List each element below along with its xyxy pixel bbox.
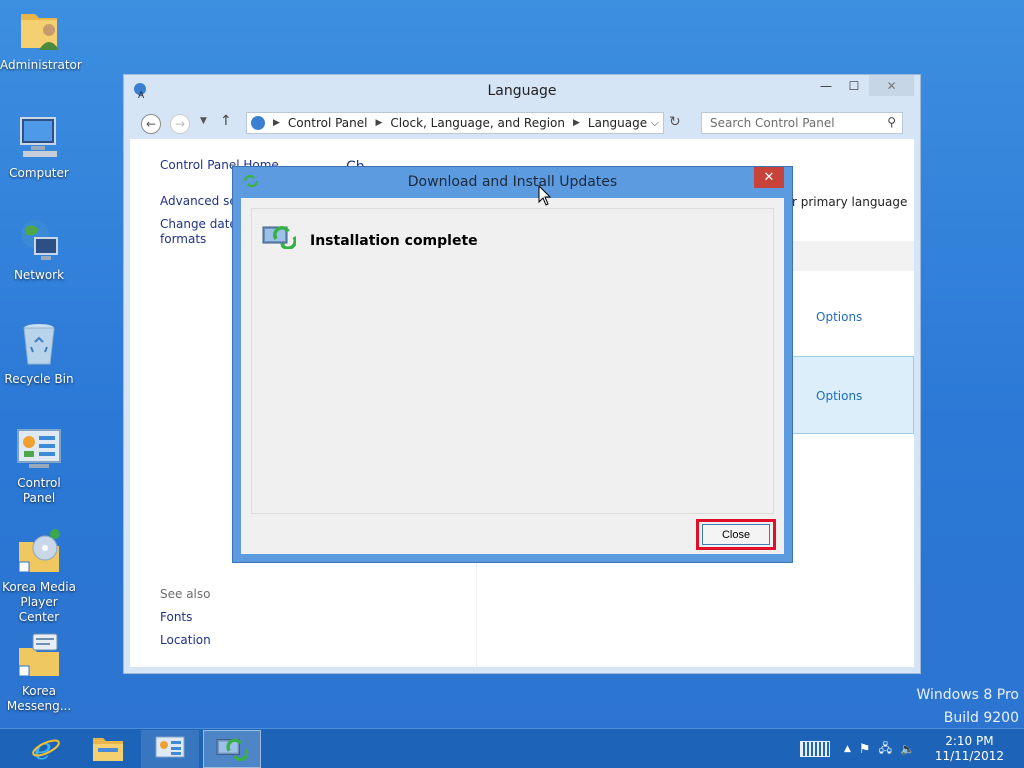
see-also-heading: See also (160, 587, 211, 601)
breadcrumb-separator-icon[interactable]: ▶ (573, 118, 580, 128)
desktop-icon-control-panel[interactable]: Control Panel (0, 424, 78, 506)
taskbar-file-explorer[interactable] (79, 730, 137, 768)
search-input[interactable]: Search Control Panel ⚲ (701, 112, 903, 134)
clock-time: 2:10 PM (945, 734, 994, 748)
dialog-status-panel: Installation complete (251, 208, 774, 514)
recycle-bin-icon (15, 320, 63, 368)
window-close-button[interactable]: ✕ (869, 75, 914, 96)
system-tray: ▲ ⚑ 🖧 🔈 (800, 729, 915, 768)
desktop-icon-computer[interactable]: Computer (0, 114, 78, 181)
internet-explorer-icon: e (31, 732, 61, 767)
taskbar-internet-explorer[interactable]: e (17, 730, 75, 768)
watermark-build: Build 9200 (943, 710, 1019, 726)
messenger-folder-icon (15, 632, 63, 680)
volume-icon[interactable]: 🔈 (900, 742, 915, 756)
installation-status-text: Installation complete (310, 233, 478, 249)
watermark-edition: Windows 8 Pro (916, 687, 1019, 703)
location-link[interactable]: Location (160, 633, 211, 648)
desktop-icon-label: Korea Messeng... (6, 684, 72, 713)
address-dropdown-icon[interactable]: ⌵ (651, 116, 659, 130)
fonts-link[interactable]: Fonts (160, 610, 192, 625)
change-date-line2: formats (160, 232, 207, 246)
taskbar-control-panel[interactable] (141, 730, 199, 768)
navigation-bar: ← → ▼ ↑ ▶ Control Panel ▶ Clock, Languag… (130, 107, 914, 139)
show-hidden-icons-icon[interactable]: ▲ (844, 744, 851, 754)
action-center-flag-icon[interactable]: ⚑ (859, 742, 871, 757)
mouse-cursor-icon (538, 184, 552, 207)
desktop-icon-label: Recycle Bin (4, 372, 74, 386)
desktop-icon-network[interactable]: Network (0, 216, 78, 283)
change-date-link[interactable]: Change date, formats (160, 217, 241, 247)
window-titlebar[interactable]: A Language — ☐ ✕ (124, 75, 920, 107)
desktop-icon-korea-messenger[interactable]: Korea Messeng... (0, 632, 78, 714)
breadcrumb-control-panel[interactable]: Control Panel (288, 116, 368, 130)
search-icon[interactable]: ⚲ (887, 115, 896, 129)
dialog-close-x-button[interactable]: ✕ (754, 167, 784, 188)
desktop-icon-administrator[interactable]: Administrator (0, 6, 82, 73)
user-folder-icon (15, 6, 63, 54)
windows-update-icon (262, 223, 297, 252)
desktop-icon-label: Computer (9, 166, 69, 180)
desktop-icon-label: Korea Media Player Center (2, 580, 76, 624)
back-button[interactable]: ← (141, 114, 161, 134)
recent-pages-dropdown-icon[interactable]: ▼ (200, 116, 207, 126)
breadcrumb-language[interactable]: Language (588, 116, 647, 130)
refresh-icon[interactable]: ↻ (669, 114, 681, 130)
computer-icon (15, 114, 63, 162)
control-panel-small-icon (251, 116, 265, 130)
forward-button[interactable]: → (170, 114, 190, 134)
touch-keyboard-icon[interactable] (800, 741, 830, 757)
taskbar-clock[interactable]: 2:10 PM 11/11/2012 (935, 734, 1004, 764)
taskbar: e ▲ ⚑ 🖧 🔈 2:10 PM 11/11/2012 (0, 728, 1024, 768)
network-status-icon[interactable]: 🖧 (879, 739, 892, 760)
close-button-highlight: Close (696, 519, 776, 550)
search-placeholder: Search Control Panel (710, 116, 835, 130)
breadcrumb-separator-icon[interactable]: ▶ (273, 118, 280, 128)
primary-language-text: r primary language (792, 195, 908, 209)
media-player-folder-icon (15, 528, 63, 576)
dialog-body: Installation complete Close (241, 198, 784, 554)
desktop-icon-korea-media-player[interactable]: Korea Media Player Center (0, 528, 78, 625)
desktop-icon-label: Administrator (0, 58, 82, 72)
control-panel-icon (15, 424, 63, 472)
address-bar[interactable]: ▶ Control Panel ▶ Clock, Language, and R… (246, 112, 664, 134)
windows-version-watermark: Windows 8 Pro Build 9200 (916, 684, 1019, 730)
up-arrow-icon[interactable]: ↑ (220, 113, 232, 129)
desktop-icon-label: Control Panel (17, 476, 61, 505)
dialog-title: Download and Install Updates (407, 174, 618, 190)
close-button[interactable]: Close (702, 524, 770, 545)
minimize-button[interactable]: — (812, 75, 840, 96)
maximize-button[interactable]: ☐ (840, 75, 868, 96)
change-date-line1: Change date, (160, 217, 241, 231)
network-globe-icon (15, 216, 63, 264)
breadcrumb-clock-language-region[interactable]: Clock, Language, and Region (390, 116, 565, 130)
control-panel-icon (155, 735, 185, 764)
breadcrumb-separator-icon[interactable]: ▶ (376, 118, 383, 128)
desktop-icon-recycle-bin[interactable]: Recycle Bin (0, 320, 78, 387)
file-explorer-icon (92, 734, 124, 765)
language-options-link-1[interactable]: Options (816, 310, 862, 324)
desktop-icon-label: Network (13, 268, 65, 282)
download-install-updates-dialog: Download and Install Updates ✕ Installat… (232, 166, 793, 563)
window-title: Language (487, 83, 557, 99)
taskbar-windows-update[interactable] (203, 730, 261, 768)
language-options-link-2[interactable]: Options (816, 389, 862, 403)
windows-update-icon (216, 735, 249, 764)
clock-date: 11/11/2012 (934, 749, 1004, 763)
